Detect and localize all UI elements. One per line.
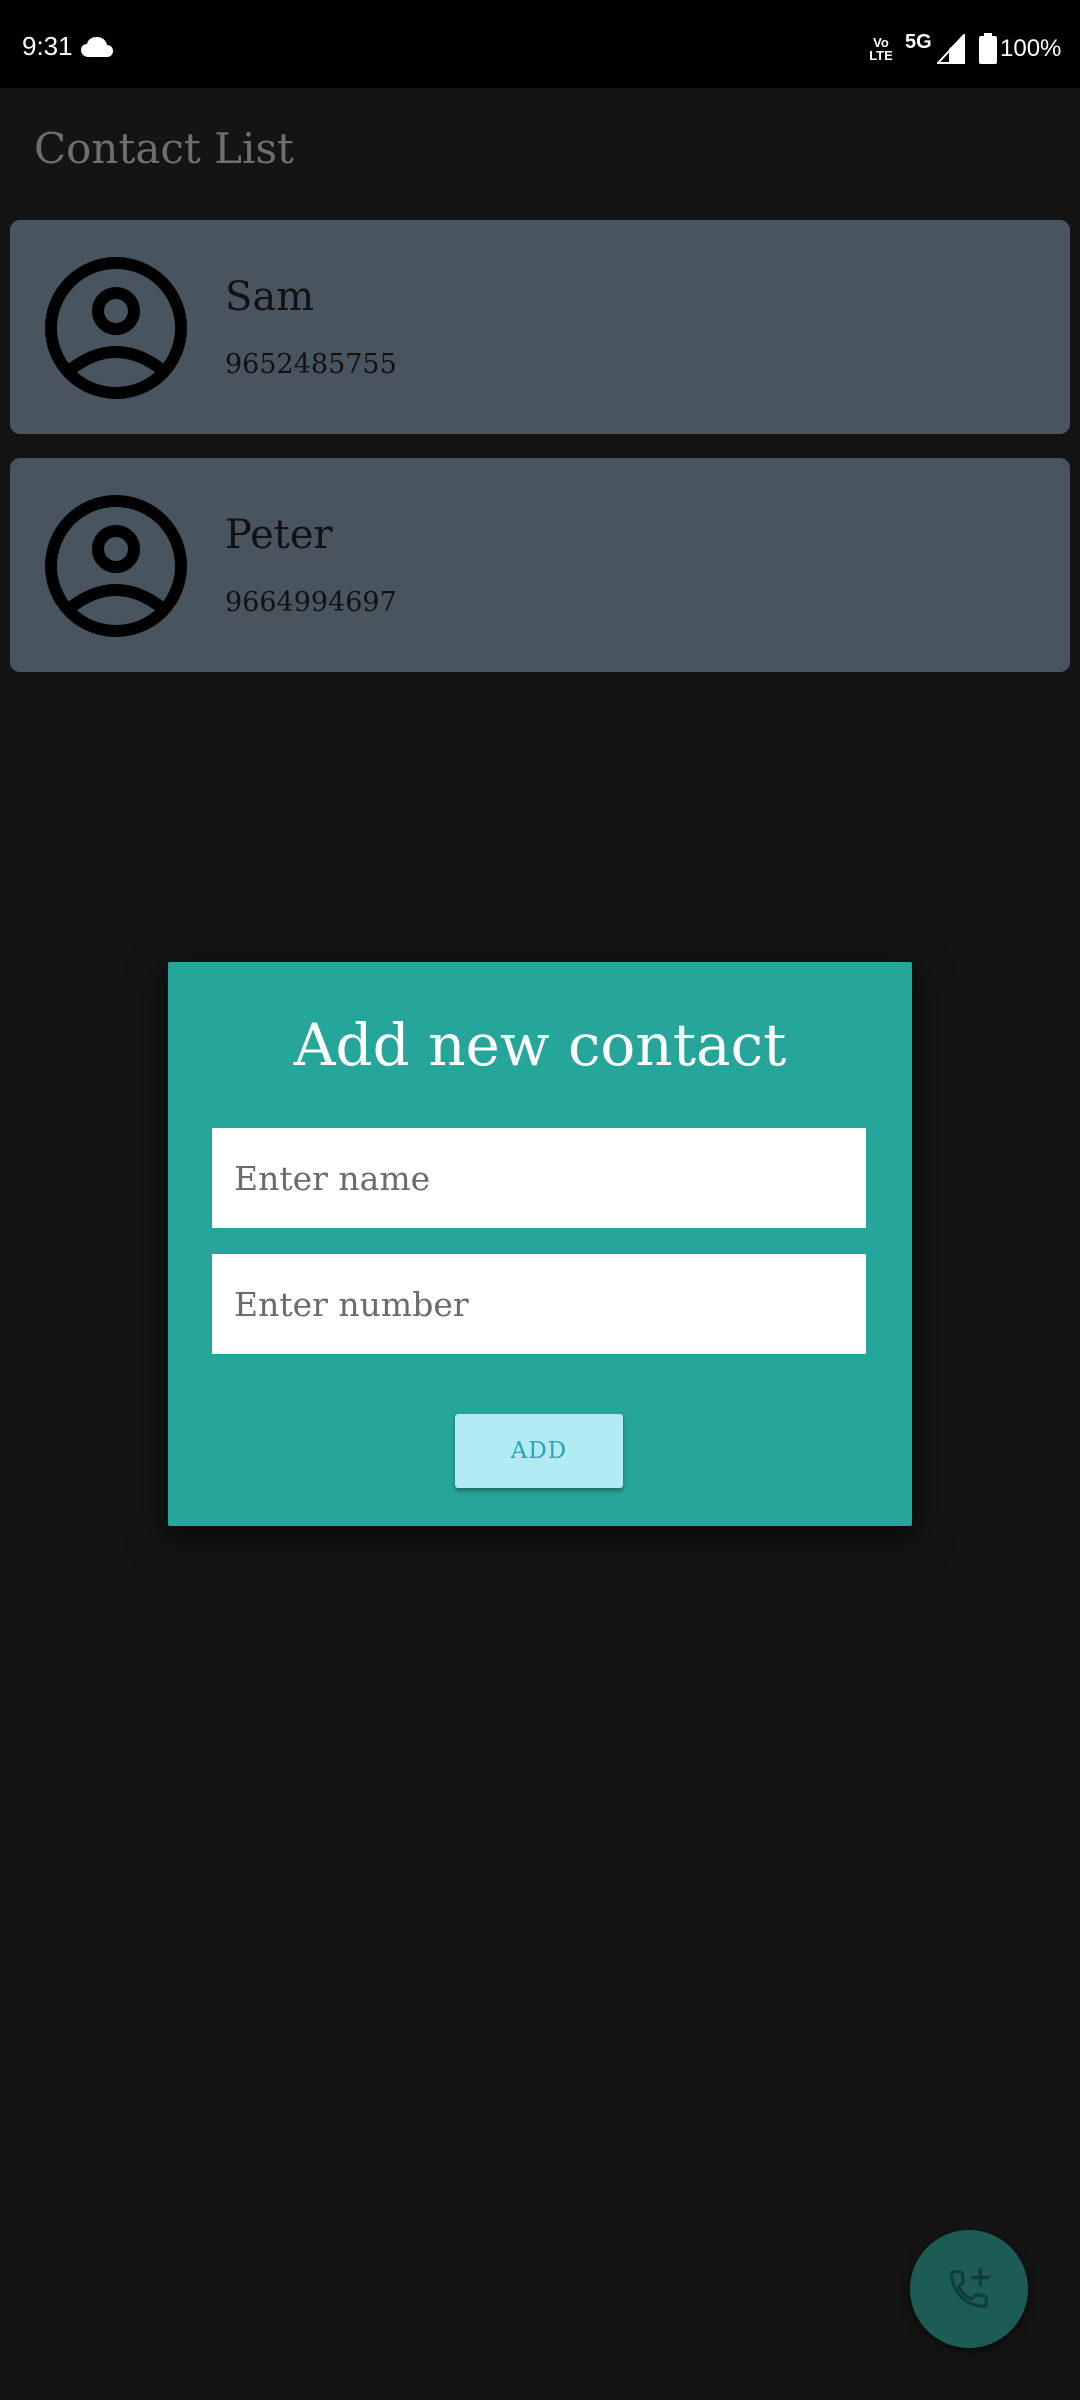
signal-icon (937, 34, 965, 64)
add-button[interactable]: ADD (455, 1414, 623, 1488)
contact-number: 9652485755 (225, 349, 397, 380)
battery-icon (979, 33, 997, 64)
number-input[interactable] (212, 1254, 866, 1354)
contact-number: 9664994697 (225, 587, 397, 618)
name-input[interactable] (212, 1128, 866, 1228)
status-time: 9:31 (22, 31, 73, 61)
contact-name: Sam (225, 274, 315, 320)
app-bar: Contact List (0, 88, 1080, 212)
volte-icon: Vo LTE (869, 35, 893, 63)
dialog-title: Add new contact (293, 1011, 787, 1079)
add-contact-fab[interactable] (910, 2230, 1028, 2348)
status-bar: 9:31 Vo LTE 5G 100% (0, 0, 1080, 88)
contact-card[interactable]: Sam 9652485755 (10, 220, 1070, 434)
cloud-icon (81, 37, 113, 57)
battery-percent: 100% (1000, 35, 1062, 62)
network-type: 5G (905, 31, 932, 53)
contact-name: Peter (225, 512, 333, 558)
contact-card[interactable]: Peter 9664994697 (10, 458, 1070, 672)
add-contact-dialog: Add new contact ADD (168, 962, 912, 1526)
page-title: Contact List (34, 124, 294, 173)
account-circle-icon (45, 495, 187, 637)
account-circle-icon (45, 257, 187, 399)
add-call-icon (950, 2268, 990, 2308)
